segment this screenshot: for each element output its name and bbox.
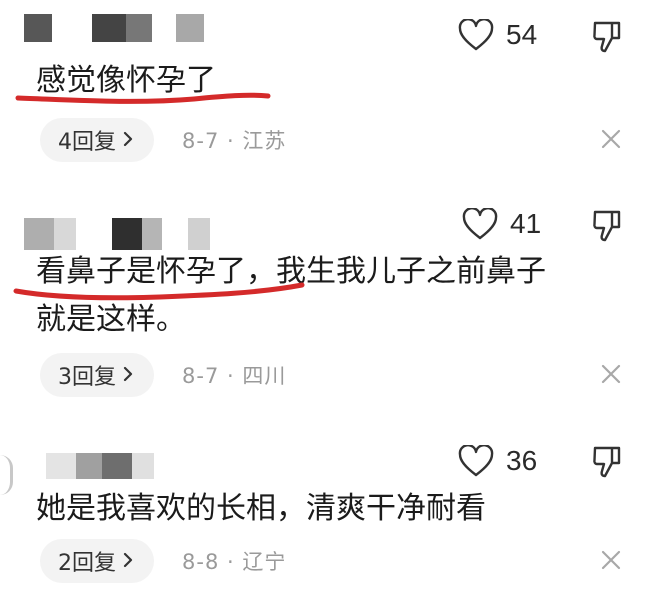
avatar[interactable] [0, 455, 13, 495]
reply-count: 4回复 [58, 130, 116, 155]
close-x-icon [600, 550, 622, 575]
close-x-icon [600, 364, 622, 389]
comment-date-location: 8-8 · 辽宁 [182, 546, 286, 576]
red-underline-annotation [15, 92, 271, 104]
thumbs-down-outline-icon [592, 21, 622, 58]
comment-text-line: 她是我喜欢的长相，清爽干净耐看 [36, 491, 486, 526]
close-button[interactable] [600, 549, 622, 575]
comment-location: 辽宁 [242, 550, 287, 574]
view-replies-button[interactable]: 2回复 [40, 539, 154, 583]
dislike-button[interactable] [592, 209, 622, 247]
comment-date: 8-7 [182, 364, 220, 388]
dislike-button[interactable] [592, 445, 622, 483]
comment-date-location: 8-7 · 江苏 [182, 125, 286, 155]
chevron-right-icon [122, 549, 134, 574]
view-replies-button[interactable]: 4回复 [40, 118, 154, 162]
reply-count: 2回复 [58, 551, 116, 576]
like-button[interactable]: 41 [462, 208, 541, 240]
meta-separator: · [227, 550, 243, 574]
like-count: 54 [506, 19, 538, 50]
thumbs-down-outline-icon [592, 446, 622, 483]
comment-location: 江苏 [242, 129, 287, 153]
comment-date: 8-7 [182, 129, 220, 153]
view-replies-button[interactable]: 3回复 [40, 353, 154, 397]
comment-date-location: 8-7 · 四川 [182, 360, 286, 390]
like-button[interactable]: 36 [458, 445, 537, 477]
close-button[interactable] [600, 128, 622, 154]
dislike-button[interactable] [592, 20, 622, 58]
heart-outline-icon [458, 445, 494, 477]
comment-location: 四川 [242, 364, 287, 388]
thumbs-down-outline-icon [592, 210, 622, 247]
like-count: 36 [506, 445, 538, 476]
blurred-username [24, 218, 210, 250]
chevron-right-icon [122, 128, 134, 153]
comment-text: 她是我喜欢的长相，清爽干净耐看 [36, 485, 486, 533]
heart-outline-icon [458, 19, 494, 51]
comment-meta: 4回复 8-7 · 江苏 [40, 118, 286, 162]
close-button[interactable] [600, 363, 622, 389]
close-x-icon [600, 129, 622, 154]
chevron-right-icon [122, 363, 134, 388]
red-underline-annotation [13, 282, 305, 301]
blurred-username [24, 14, 204, 42]
heart-outline-icon [462, 208, 498, 240]
comment-meta: 3回复 8-7 · 四川 [40, 353, 286, 397]
like-button[interactable]: 54 [458, 19, 537, 51]
comment-date: 8-8 [182, 550, 220, 574]
like-count: 41 [510, 208, 542, 239]
meta-separator: · [227, 364, 243, 388]
blurred-username [46, 453, 154, 479]
meta-separator: · [227, 129, 243, 153]
reply-count: 3回复 [58, 365, 116, 390]
comment-meta: 2回复 8-8 · 辽宁 [40, 539, 286, 583]
